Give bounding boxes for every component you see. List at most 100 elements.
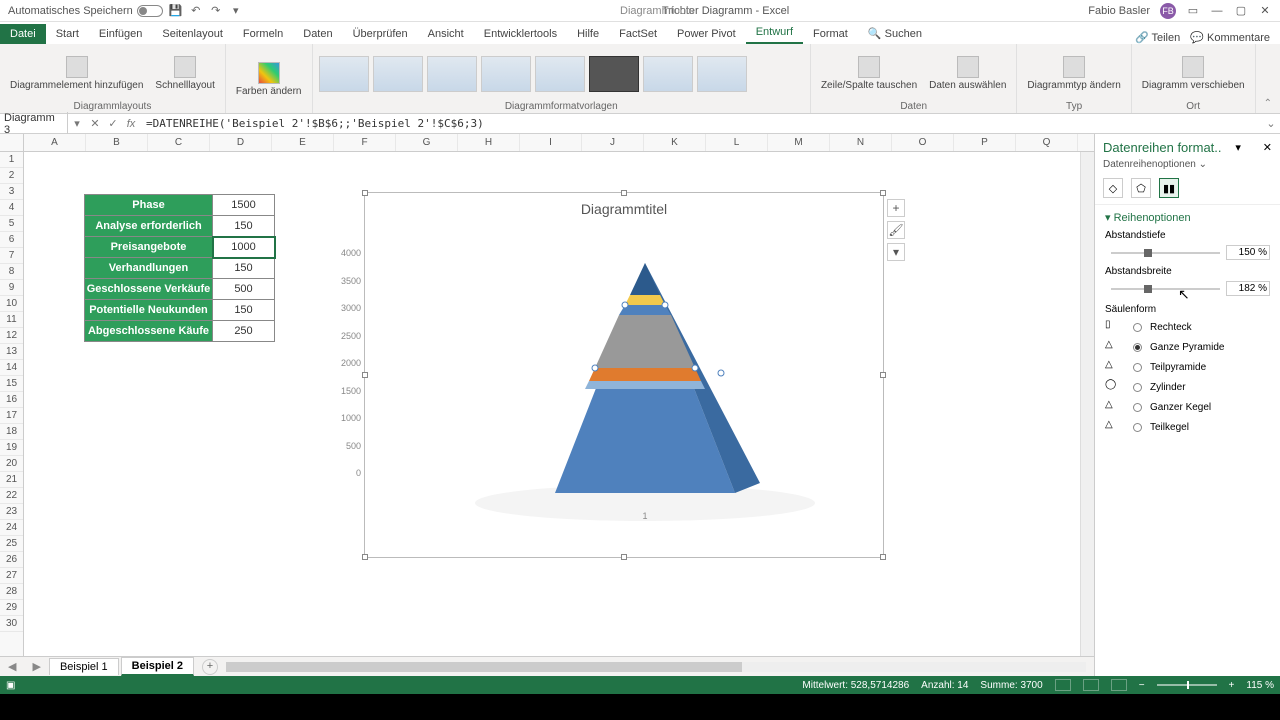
col-header[interactable]: N: [830, 134, 892, 151]
select-all-corner[interactable]: [0, 134, 24, 151]
row-header[interactable]: 8: [0, 264, 23, 280]
table-cell[interactable]: 150: [213, 258, 275, 279]
tab-insert[interactable]: Einfügen: [89, 24, 152, 44]
enter-formula-icon[interactable]: ✓: [104, 117, 122, 130]
row-header[interactable]: 28: [0, 584, 23, 600]
row-header[interactable]: 21: [0, 472, 23, 488]
chart-styles-button[interactable]: 🖌: [887, 221, 905, 239]
chart-style-5[interactable]: [535, 56, 585, 92]
fill-line-tab-icon[interactable]: ◇: [1103, 178, 1123, 198]
row-header[interactable]: 17: [0, 408, 23, 424]
tab-start[interactable]: Start: [46, 24, 89, 44]
add-sheet-button[interactable]: +: [202, 659, 218, 675]
chart-filter-button[interactable]: ▾: [887, 243, 905, 261]
namebox-dropdown-icon[interactable]: ▾: [68, 117, 86, 130]
user-name[interactable]: Fabio Basler: [1088, 5, 1150, 17]
col-header[interactable]: E: [272, 134, 334, 151]
tab-file[interactable]: Datei: [0, 24, 46, 44]
view-normal-icon[interactable]: [1055, 679, 1071, 691]
effects-tab-icon[interactable]: ⬠: [1131, 178, 1151, 198]
gap-depth-slider[interactable]: [1111, 252, 1220, 254]
shape-option-full-pyramid[interactable]: △Ganze Pyramide: [1105, 339, 1270, 355]
autosave-toggle[interactable]: [137, 5, 163, 17]
table-cell[interactable]: Phase: [85, 195, 213, 216]
col-header[interactable]: B: [86, 134, 148, 151]
ribbon-mode-icon[interactable]: ▭: [1186, 4, 1200, 18]
row-header[interactable]: 12: [0, 328, 23, 344]
chart-style-1[interactable]: [319, 56, 369, 92]
row-header[interactable]: 27: [0, 568, 23, 584]
zoom-slider[interactable]: [1157, 684, 1217, 686]
shape-option-cylinder[interactable]: ◯Zylinder: [1105, 379, 1270, 395]
row-header[interactable]: 25: [0, 536, 23, 552]
row-header[interactable]: 7: [0, 248, 23, 264]
col-header[interactable]: P: [954, 134, 1016, 151]
zoom-level[interactable]: 115 %: [1246, 680, 1274, 691]
col-header[interactable]: D: [210, 134, 272, 151]
row-header[interactable]: 4: [0, 200, 23, 216]
switch-row-col-button[interactable]: Zeile/Spalte tauschen: [817, 54, 921, 93]
horizontal-scrollbar[interactable]: [226, 662, 1086, 672]
save-icon[interactable]: 💾: [169, 4, 183, 18]
col-header[interactable]: K: [644, 134, 706, 151]
cancel-formula-icon[interactable]: ✕: [86, 117, 104, 130]
maximize-icon[interactable]: ▢: [1234, 4, 1248, 18]
table-cell[interactable]: 250: [213, 321, 275, 342]
quick-layout-button[interactable]: Schnelllayout: [151, 54, 218, 93]
redo-icon[interactable]: ↷: [209, 4, 223, 18]
table-cell[interactable]: Analyse erforderlich: [85, 216, 213, 237]
shape-option-box[interactable]: ▯Rechteck: [1105, 319, 1270, 335]
chart-style-3[interactable]: [427, 56, 477, 92]
change-chart-type-button[interactable]: Diagrammtyp ändern: [1023, 54, 1124, 93]
col-header[interactable]: C: [148, 134, 210, 151]
view-pagelayout-icon[interactable]: [1083, 679, 1099, 691]
row-header[interactable]: 10: [0, 296, 23, 312]
zoom-in-icon[interactable]: +: [1229, 680, 1235, 691]
table-cell[interactable]: 150: [213, 216, 275, 237]
row-header[interactable]: 16: [0, 392, 23, 408]
share-button[interactable]: 🔗 Teilen: [1135, 31, 1180, 44]
table-cell-selected[interactable]: 1000: [213, 237, 275, 258]
col-header[interactable]: A: [24, 134, 86, 151]
vertical-scrollbar[interactable]: [1080, 152, 1094, 656]
change-colors-button[interactable]: Farben ändern: [232, 60, 306, 99]
col-header[interactable]: L: [706, 134, 768, 151]
row-header[interactable]: 11: [0, 312, 23, 328]
pane-subtitle[interactable]: Datenreihenoptionen ⌄: [1095, 157, 1280, 172]
add-chart-element-button[interactable]: Diagrammelement hinzufügen: [6, 54, 147, 93]
col-header[interactable]: I: [520, 134, 582, 151]
row-header[interactable]: 5: [0, 216, 23, 232]
sheet-tab[interactable]: Beispiel 1: [49, 658, 119, 675]
row-header[interactable]: 18: [0, 424, 23, 440]
tab-help[interactable]: Hilfe: [567, 24, 609, 44]
row-header[interactable]: 24: [0, 520, 23, 536]
table-cell[interactable]: 1500: [213, 195, 275, 216]
chart-elements-button[interactable]: +: [887, 199, 905, 217]
row-header[interactable]: 23: [0, 504, 23, 520]
sheet-tab-active[interactable]: Beispiel 2: [121, 657, 194, 676]
gap-width-slider[interactable]: [1111, 288, 1220, 290]
chart-plot-area[interactable]: 1: [405, 253, 855, 523]
row-header[interactable]: 14: [0, 360, 23, 376]
row-header[interactable]: 19: [0, 440, 23, 456]
table-cell[interactable]: 500: [213, 279, 275, 300]
chart-style-7[interactable]: [643, 56, 693, 92]
comments-button[interactable]: 💬 Kommentare: [1190, 31, 1270, 44]
row-header[interactable]: 26: [0, 552, 23, 568]
view-pagebreak-icon[interactable]: [1111, 679, 1127, 691]
tab-format[interactable]: Format: [803, 24, 858, 44]
minimize-icon[interactable]: —: [1210, 4, 1224, 18]
row-header[interactable]: 6: [0, 232, 23, 248]
col-header[interactable]: O: [892, 134, 954, 151]
table-cell[interactable]: Preisangebote: [85, 237, 213, 258]
chart-style-2[interactable]: [373, 56, 423, 92]
row-header[interactable]: 30: [0, 616, 23, 632]
search-box[interactable]: 🔍 Suchen: [858, 23, 932, 44]
tab-data[interactable]: Daten: [293, 24, 342, 44]
section-title[interactable]: ▾ Reihenoptionen: [1105, 211, 1270, 224]
tab-factset[interactable]: FactSet: [609, 24, 667, 44]
chart-style-6[interactable]: [589, 56, 639, 92]
zoom-out-icon[interactable]: −: [1139, 680, 1145, 691]
col-header[interactable]: H: [458, 134, 520, 151]
select-data-button[interactable]: Daten auswählen: [925, 54, 1010, 93]
